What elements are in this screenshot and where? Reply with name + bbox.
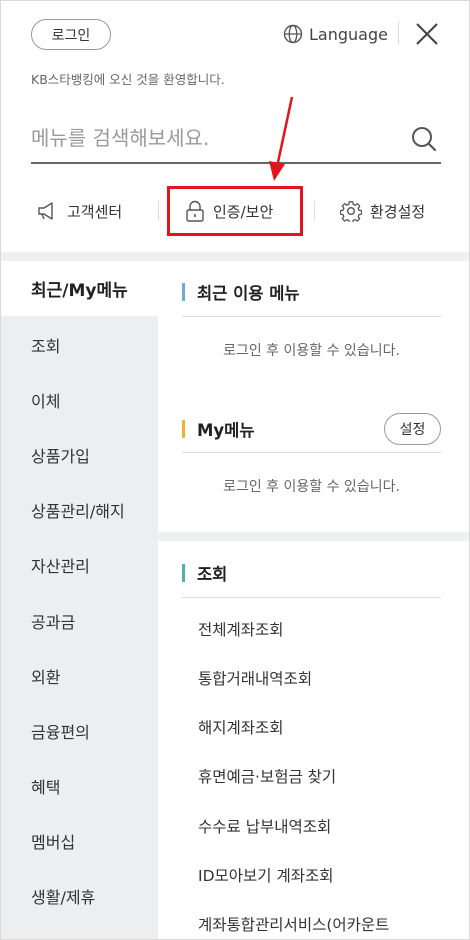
nav-benefits[interactable]: 혜택 [1,758,158,813]
settings-link[interactable]: 환경설정 [340,191,425,231]
recent-menu-header: 최근 이용 메뉴 [182,280,300,304]
nav-asset-manage[interactable]: 자산관리 [1,537,158,592]
my-menu-title: My메뉴 [197,421,255,440]
menu-content: 최근 이용 메뉴 로그인 후 이용할 수 있습니다. My메뉴 설정 로그인 후… [158,261,469,939]
nav-foreign-exchange[interactable]: 외환 [1,648,158,703]
section-accent-bar [182,283,185,301]
divider [182,452,441,453]
language-label: Language [309,24,388,44]
nav-transfer[interactable]: 이체 [1,372,158,427]
menu-search [31,116,441,164]
highlight-box [167,186,303,236]
header-divider [398,21,399,45]
language-button[interactable]: Language [283,21,388,47]
section-accent-bar [182,420,185,438]
quick-divider [314,201,315,221]
menu-item-closed-accounts[interactable]: 해지계좌조회 [198,716,284,738]
section-divider [1,252,469,261]
customer-center-label: 고객센터 [67,202,123,221]
nav-inquiry[interactable]: 조회 [1,317,158,372]
menu-item-transaction-history[interactable]: 통합거래내역조회 [198,667,312,689]
close-icon[interactable] [414,21,440,47]
gear-icon [340,201,362,222]
search-icon[interactable] [411,126,437,152]
menu-item-fee-history[interactable]: 수수료 납부내역조회 [198,815,331,837]
my-menu-login-message: 로그인 후 이용할 수 있습니다. [223,479,400,495]
section-divider [158,532,469,541]
nav-membership[interactable]: 멤버십 [1,813,158,868]
search-input[interactable] [31,116,391,160]
nav-financial-convenience[interactable]: 금융편의 [1,703,158,758]
customer-center-link[interactable]: 고객센터 [37,191,122,231]
inquiry-title: 조회 [197,565,228,584]
category-nav: 최근/My메뉴 조회 이체 상품가입 상품관리/해지 자산관리 공과금 외환 금… [1,261,158,939]
menu-item-account-integration[interactable]: 계좌통합관리서비스(어카운트 [198,913,389,935]
login-button[interactable]: 로그인 [31,19,111,50]
recent-login-message: 로그인 후 이용할 수 있습니다. [223,343,400,359]
welcome-text: KB스타뱅킹에 오신 것을 환영합니다. [31,72,225,87]
my-menu-header: My메뉴 [182,417,255,441]
megaphone-icon [38,202,53,220]
nav-utility-bills[interactable]: 공과금 [1,593,158,648]
nav-product-manage[interactable]: 상품관리/해지 [1,482,158,537]
recent-menu-title: 최근 이용 메뉴 [197,284,300,303]
menu-screen: 로그인 Language KB스타뱅킹에 오신 것을 환영합니다. 고객센터 [0,0,470,940]
divider [182,597,441,598]
nav-recent-my-menu[interactable]: 최근/My메뉴 [1,261,158,316]
inquiry-header: 조회 [182,561,227,585]
menu-item-dormant-deposit[interactable]: 휴면예금·보험금 찾기 [198,765,336,787]
divider [182,316,441,317]
nav-product-signup[interactable]: 상품가입 [1,427,158,482]
menu-item-all-accounts[interactable]: 전체계좌조회 [198,618,284,640]
quick-divider [158,201,159,221]
menu-item-id-accounts[interactable]: ID모아보기 계좌조회 [198,864,334,886]
section-accent-bar [182,564,185,582]
my-menu-settings-button[interactable]: 설정 [384,413,441,445]
settings-label: 환경설정 [370,202,426,221]
nav-life-partnership[interactable]: 생활/제휴 [1,868,158,923]
globe-icon [283,24,303,44]
